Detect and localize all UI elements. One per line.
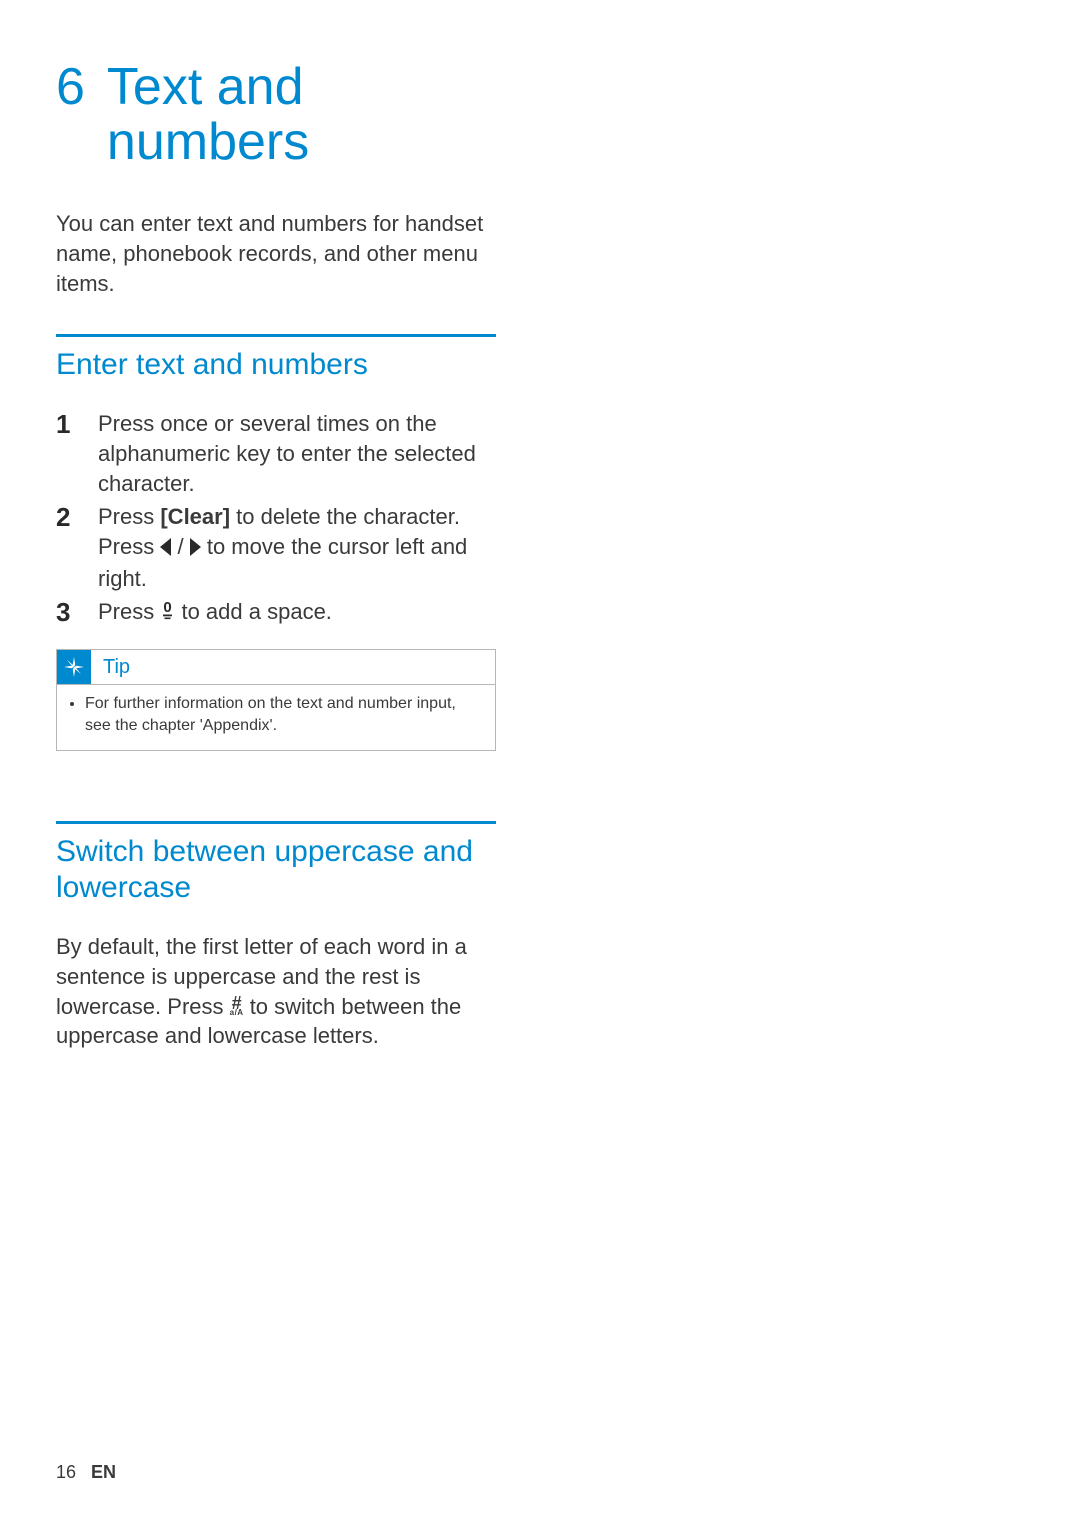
step-body: Press once or several times on the alpha…: [98, 409, 496, 498]
tip-body: For further information on the text and …: [57, 685, 495, 750]
step-body: Press 0 to add a space.: [98, 597, 496, 629]
chapter-title: 6 Text and numbers: [56, 60, 496, 169]
clear-key-label: [Clear]: [160, 504, 230, 529]
section-heading-case: Switch between uppercase and lowercase: [56, 834, 496, 906]
tip-box: Tip For further information on the text …: [56, 649, 496, 751]
chapter-number: 6: [56, 60, 85, 115]
section-rule: [56, 821, 496, 824]
page-number: 16: [56, 1462, 76, 1482]
case-paragraph: By default, the first letter of each wor…: [56, 932, 496, 1051]
steps-list: 1 Press once or several times on the alp…: [56, 409, 496, 629]
hash-key-icon: #a/A: [230, 997, 244, 1015]
page-language: EN: [91, 1462, 116, 1482]
step-body: Press [Clear] to delete the character. P…: [98, 502, 496, 593]
text: to add a space.: [175, 599, 332, 624]
page-footer: 16 EN: [56, 1462, 116, 1483]
slash: /: [171, 534, 189, 559]
text: Press: [98, 504, 160, 529]
tip-asterisk-icon: [57, 650, 91, 684]
step-3: 3 Press 0 to add a space.: [56, 597, 496, 629]
step-2: 2 Press [Clear] to delete the character.…: [56, 502, 496, 593]
step-1: 1 Press once or several times on the alp…: [56, 409, 496, 498]
tip-text: For further information on the text and …: [85, 693, 483, 736]
intro-paragraph: You can enter text and numbers for hands…: [56, 209, 496, 298]
section-rule: [56, 334, 496, 337]
svg-text:0: 0: [164, 599, 172, 616]
step-number: 2: [56, 502, 80, 593]
text: Press: [98, 599, 160, 624]
right-arrow-icon: [190, 534, 201, 564]
step-number: 1: [56, 409, 80, 498]
step-number: 3: [56, 597, 80, 629]
section-heading-enter: Enter text and numbers: [56, 347, 496, 383]
tip-header: Tip: [57, 650, 495, 685]
tip-label: Tip: [91, 656, 130, 679]
left-arrow-icon: [160, 534, 171, 564]
chapter-title-text: Text and numbers: [107, 60, 496, 169]
zero-key-icon: 0: [160, 599, 175, 629]
